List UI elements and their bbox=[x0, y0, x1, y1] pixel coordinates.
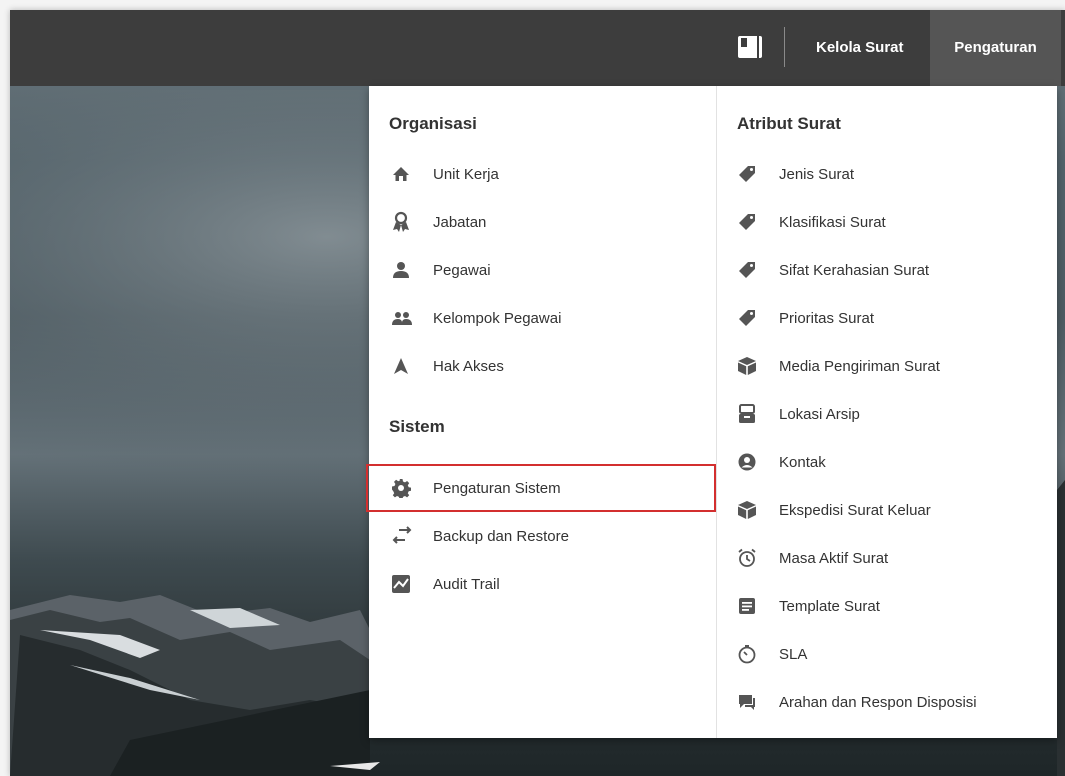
award-icon bbox=[391, 211, 417, 233]
menu-item-audit-trail[interactable]: Audit Trail bbox=[389, 566, 709, 602]
swap-icon bbox=[391, 525, 417, 547]
section-title-sistem: Sistem bbox=[389, 417, 445, 436]
nav-kelola-surat[interactable]: Kelola Surat bbox=[816, 10, 904, 86]
menu-item-label: Backup dan Restore bbox=[433, 527, 569, 545]
menu-item-kontak[interactable]: Kontak bbox=[737, 444, 1047, 480]
nav-pengaturan[interactable]: Pengaturan bbox=[930, 10, 1061, 86]
menu-item-klasifikasi-surat[interactable]: Klasifikasi Surat bbox=[737, 204, 1047, 240]
top-navbar: Kelola Surat Pengaturan bbox=[10, 10, 1065, 86]
section-title-atribut-surat: Atribut Surat bbox=[737, 114, 841, 133]
menu-item-sifat-kerahasian-surat[interactable]: Sifat Kerahasian Surat bbox=[737, 252, 1047, 288]
menu-item-template-surat[interactable]: Template Surat bbox=[737, 588, 1047, 624]
alarm-icon bbox=[737, 547, 763, 569]
gear-icon bbox=[391, 477, 417, 499]
menu-item-label: Kontak bbox=[779, 453, 826, 471]
menu-item-label: Hak Akses bbox=[433, 357, 504, 375]
menu-item-label: Unit Kerja bbox=[433, 165, 499, 183]
app-window: Kelola Surat Pengaturan Organisasi Unit … bbox=[10, 10, 1065, 776]
document-icon bbox=[737, 595, 763, 617]
menu-item-hak-akses[interactable]: Hak Akses bbox=[389, 348, 709, 384]
menu-item-label: Ekspedisi Surat Keluar bbox=[779, 501, 931, 519]
menu-item-label: Kelompok Pegawai bbox=[433, 309, 562, 327]
menu-item-label: Sifat Kerahasian Surat bbox=[779, 261, 930, 279]
menu-item-label: Audit Trail bbox=[433, 575, 500, 593]
menu-item-label: SLA bbox=[779, 645, 808, 663]
menu-item-unit-kerja[interactable]: Unit Kerja bbox=[389, 156, 709, 192]
menu-item-label: Template Surat bbox=[779, 597, 880, 615]
menu-item-label: Jabatan bbox=[433, 213, 487, 231]
menu-item-jabatan[interactable]: Jabatan bbox=[389, 204, 709, 240]
menu-item-ekspedisi-surat-keluar[interactable]: Ekspedisi Surat Keluar bbox=[737, 492, 1047, 528]
archive-icon bbox=[737, 403, 763, 425]
menu-item-label: Prioritas Surat bbox=[779, 309, 875, 327]
timer-icon bbox=[737, 643, 763, 665]
users-icon bbox=[391, 307, 417, 329]
chart-icon bbox=[391, 573, 417, 595]
column-divider bbox=[716, 86, 717, 738]
menu-item-lokasi-arsip[interactable]: Lokasi Arsip bbox=[737, 396, 1047, 432]
menu-item-label: Pegawai bbox=[433, 261, 491, 279]
menu-item-media-pengiriman-surat[interactable]: Media Pengiriman Surat bbox=[737, 348, 1047, 384]
box-icon bbox=[737, 499, 763, 521]
menu-item-arahan-respon-disposisi[interactable]: Arahan dan Respon Disposisi bbox=[737, 684, 1047, 720]
menu-item-backup-restore[interactable]: Backup dan Restore bbox=[389, 518, 709, 554]
menu-item-prioritas-surat[interactable]: Prioritas Surat bbox=[737, 300, 1047, 336]
user-icon bbox=[391, 259, 417, 281]
menu-item-label: Jenis Surat bbox=[779, 165, 855, 183]
chat-icon bbox=[737, 691, 763, 713]
menu-item-pegawai[interactable]: Pegawai bbox=[389, 252, 709, 288]
menu-item-pengaturan-sistem[interactable]: Pengaturan Sistem bbox=[389, 470, 709, 506]
tag-icon bbox=[737, 163, 763, 185]
section-title-organisasi: Organisasi bbox=[389, 114, 477, 133]
menu-item-label: Lokasi Arsip bbox=[779, 405, 860, 423]
home-icon bbox=[391, 163, 417, 185]
book-icon[interactable] bbox=[736, 34, 764, 60]
tag-icon bbox=[737, 259, 763, 281]
menu-item-kelompok-pegawai[interactable]: Kelompok Pegawai bbox=[389, 300, 709, 336]
tag-icon bbox=[737, 211, 763, 233]
menu-item-label: Masa Aktif Surat bbox=[779, 549, 889, 567]
contact-icon bbox=[737, 451, 763, 473]
menu-item-sla[interactable]: SLA bbox=[737, 636, 1047, 672]
menu-item-label: Arahan dan Respon Disposisi bbox=[779, 693, 977, 711]
menu-item-label: Pengaturan Sistem bbox=[433, 479, 561, 497]
tag-icon bbox=[737, 307, 763, 329]
menu-item-label: Klasifikasi Surat bbox=[779, 213, 886, 231]
menu-item-jenis-surat[interactable]: Jenis Surat bbox=[737, 156, 1047, 192]
navbar-divider bbox=[784, 27, 785, 67]
menu-item-masa-aktif-surat[interactable]: Masa Aktif Surat bbox=[737, 540, 1047, 576]
menu-item-label: Media Pengiriman Surat bbox=[779, 357, 940, 375]
pengaturan-dropdown-menu: Organisasi Unit Kerja Jabatan Pegawai Ke… bbox=[366, 86, 1057, 738]
arrow-up-icon bbox=[391, 355, 417, 377]
box-icon bbox=[737, 355, 763, 377]
